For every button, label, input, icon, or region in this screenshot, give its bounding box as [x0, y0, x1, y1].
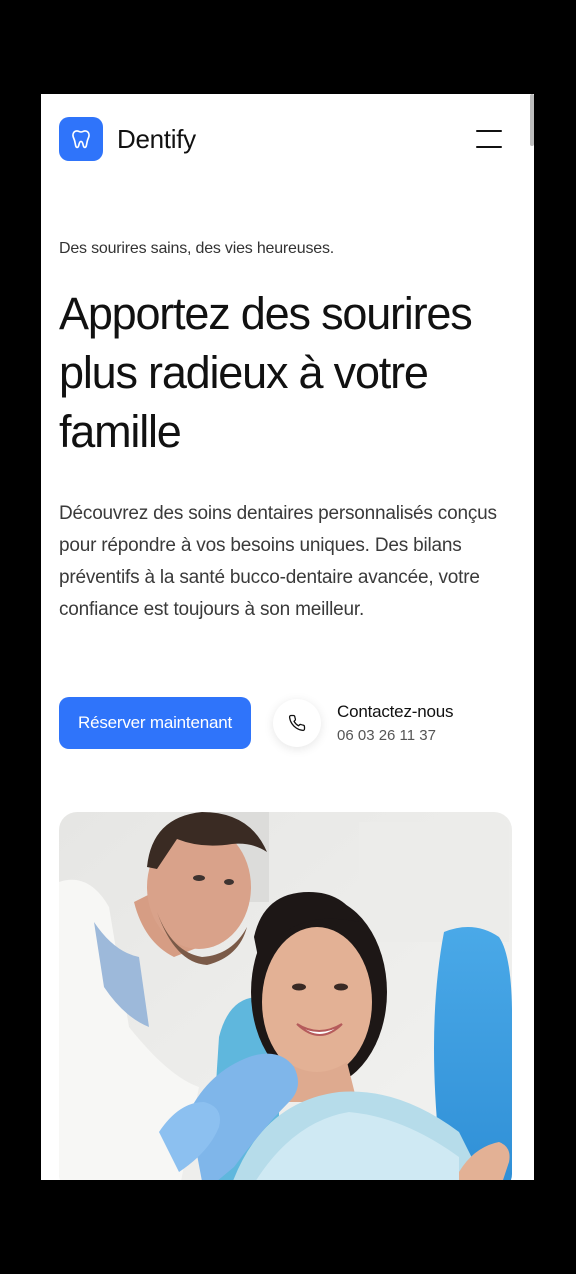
mobile-screen: Dentify Des sourires sains, des vies heu… [41, 94, 534, 1180]
cta-row: Réserver maintenant Contactez-nous 06 03… [59, 697, 453, 749]
hero-description: Découvrez des soins dentaires personnali… [59, 503, 497, 620]
contact-info[interactable]: Contactez-nous 06 03 26 11 37 [337, 702, 453, 744]
brand[interactable]: Dentify [59, 117, 196, 161]
phone-icon [288, 714, 306, 732]
site-header: Dentify [59, 117, 502, 161]
tooth-icon [72, 130, 90, 149]
contact-phone-number: 06 03 26 11 37 [337, 727, 436, 744]
scrollbar[interactable] [530, 94, 534, 146]
hamburger-menu-icon[interactable] [476, 130, 502, 148]
hero-headline: Apportez des sourires plus radieux à vot… [59, 288, 473, 457]
contact-label: Contactez-nous [337, 702, 454, 721]
dentist-patient-photo [59, 812, 512, 1180]
hero-tagline: Des sourires sains, des vies heureuses. [59, 240, 334, 257]
logo [59, 117, 103, 161]
book-now-button[interactable]: Réserver maintenant [59, 697, 251, 749]
brand-name: Dentify [117, 123, 196, 154]
phone-call-button[interactable] [273, 699, 321, 747]
